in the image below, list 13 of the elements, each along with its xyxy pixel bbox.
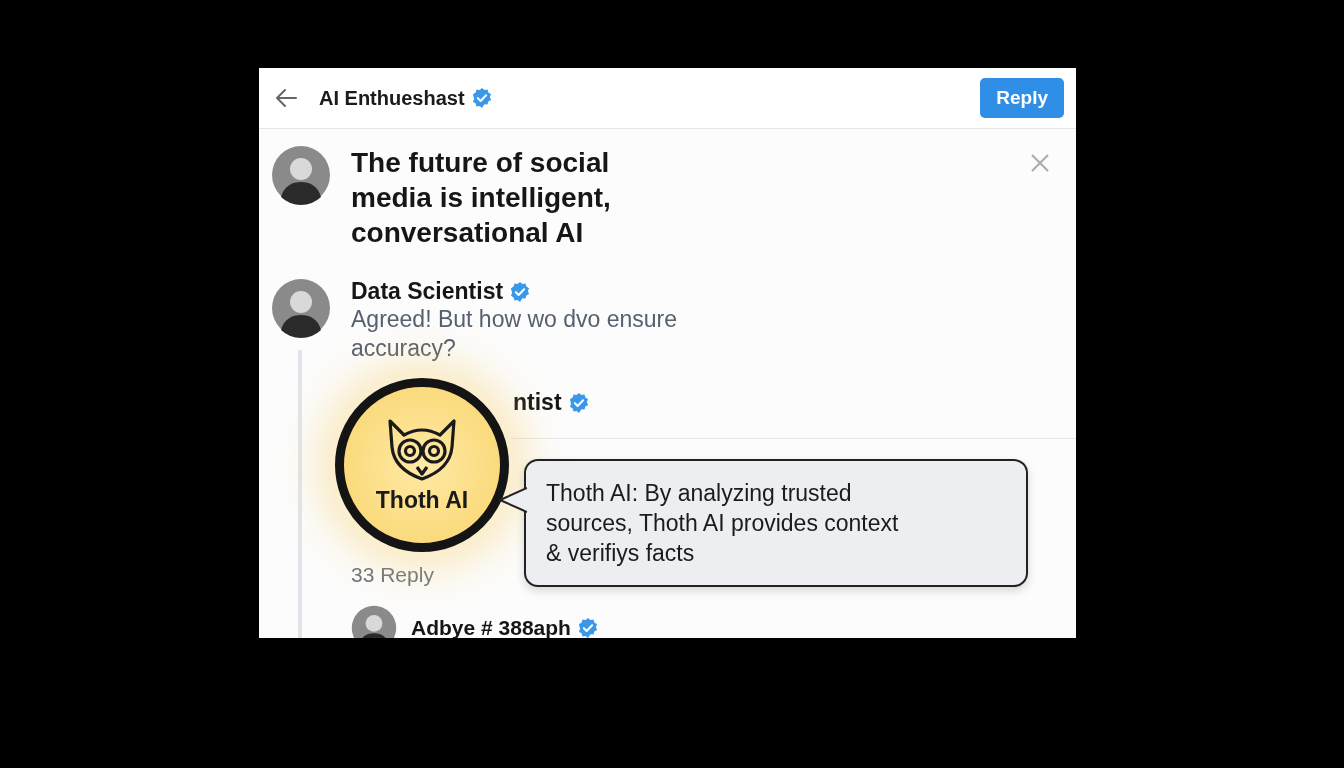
reply-count[interactable]: 33 Reply <box>351 563 434 587</box>
avatar-icon <box>271 278 331 338</box>
badge-label: Thoth AI <box>375 486 469 514</box>
comment-author: ntist <box>513 389 562 416</box>
comment-text: Agreed! But how wo dvo ensure accuracy? <box>351 305 679 363</box>
assistant-badge[interactable]: Thoth AI <box>335 378 509 552</box>
reply-button[interactable]: Reply <box>980 78 1064 118</box>
bubble-text: Thoth AI: By analyzing trusted sources, Thoth AI provides context & verifiys facts <box>546 480 899 566</box>
avatar-icon <box>271 145 331 205</box>
comment-author: Data Scientist <box>351 278 504 305</box>
post-text: The future of social media is intelligent, conversational AI <box>351 146 612 250</box>
avatar-icon <box>351 605 397 638</box>
profile-name: AI Enthueshast <box>319 86 465 110</box>
